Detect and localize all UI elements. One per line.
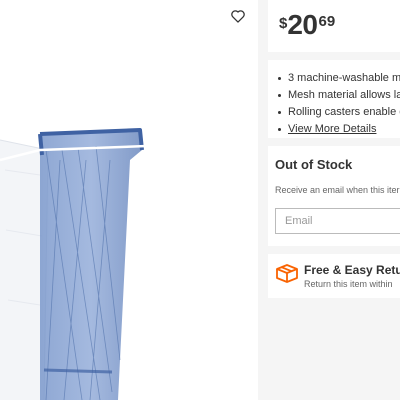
box-icon xyxy=(276,264,298,283)
stock-card: Out of Stock Receive an email when this … xyxy=(268,146,400,246)
price-currency: $ xyxy=(279,15,288,32)
view-more-details-link[interactable]: View More Details xyxy=(288,123,376,135)
email-input[interactable] xyxy=(275,208,400,234)
product-price: $ 20 69 xyxy=(279,10,335,40)
price-card: $ 20 69 xyxy=(268,0,400,52)
returns-title: Free & Easy Retu xyxy=(304,263,400,277)
product-gallery xyxy=(0,0,258,400)
wishlist-button[interactable] xyxy=(228,6,248,26)
highlight-item: 3 machine-washable me xyxy=(278,70,400,87)
price-cents: 69 xyxy=(318,13,336,30)
returns-card: Free & Easy Retu Return this item within xyxy=(268,254,400,298)
returns-subtitle: Return this item within xyxy=(304,279,393,289)
stock-notify-text: Receive an email when this iter xyxy=(275,185,400,195)
product-image[interactable] xyxy=(0,0,258,400)
price-dollars: 20 xyxy=(287,9,318,40)
stock-status-title: Out of Stock xyxy=(275,157,353,172)
highlight-item: Rolling casters enable ea xyxy=(278,104,400,121)
highlights-list: 3 machine-washable me Mesh material allo… xyxy=(278,70,400,138)
highlights-card: 3 machine-washable me Mesh material allo… xyxy=(268,60,400,138)
view-more-item: View More Details xyxy=(278,121,400,138)
heart-icon xyxy=(231,9,245,23)
highlight-item: Mesh material allows lau xyxy=(278,87,400,104)
product-details-panel: $ 20 69 3 machine-washable me Mesh mater… xyxy=(258,0,400,400)
